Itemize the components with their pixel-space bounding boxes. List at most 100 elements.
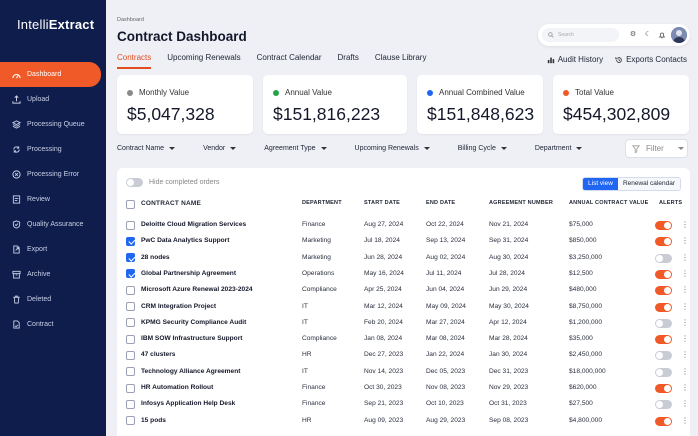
table-row[interactable]: CRM Integration Project IT Mar 12, 2024 May…: [117, 299, 690, 315]
bell-icon[interactable]: [658, 31, 666, 39]
sidebar-item-contract[interactable]: Contract: [0, 312, 106, 337]
table-row[interactable]: Technology Alliance Agreement IT Nov 14, 2…: [117, 364, 690, 380]
row-checkbox[interactable]: [126, 350, 135, 360]
avatar[interactable]: [671, 27, 687, 43]
sidebar-item-export[interactable]: Export: [0, 237, 106, 262]
row-checkbox[interactable]: [126, 383, 135, 393]
alert-toggle[interactable]: [655, 269, 672, 279]
table-row[interactable]: 28 nodes Marketing Jun 28, 2024 Aug 02, 202…: [117, 250, 690, 266]
alert-toggle[interactable]: [655, 237, 672, 247]
row-checkbox[interactable]: [126, 367, 135, 377]
alert-toggle[interactable]: [655, 384, 672, 393]
row-checkbox[interactable]: [126, 253, 135, 263]
filter-department[interactable]: Department: [535, 145, 597, 152]
filter-vendor[interactable]: Vendor: [203, 145, 250, 152]
filter-agreement-type[interactable]: Agreement Type: [264, 145, 340, 152]
more-options-icon[interactable]: ⋮: [681, 331, 689, 347]
alert-toggle[interactable]: [655, 302, 672, 312]
cell-name[interactable]: Infosys Application Help Desk: [141, 396, 235, 412]
search-input[interactable]: Search: [542, 28, 619, 42]
more-options-icon[interactable]: ⋮: [681, 364, 689, 380]
export-contacts-link[interactable]: Exports Contacts: [615, 55, 687, 64]
cell-name[interactable]: 47 clusters: [141, 347, 175, 363]
hide-completed-toggle[interactable]: Hide completed orders: [126, 178, 219, 187]
row-checkbox[interactable]: [126, 318, 135, 328]
select-all-checkbox[interactable]: [126, 200, 135, 209]
settings-icon[interactable]: ⚙: [629, 31, 637, 39]
tab-drafts[interactable]: Drafts: [338, 53, 359, 69]
cell-name[interactable]: Technology Alliance Agreement: [141, 364, 240, 380]
sidebar-item-processing-error[interactable]: Processing Error: [0, 162, 106, 187]
more-options-icon[interactable]: ⋮: [681, 217, 689, 233]
alert-toggle[interactable]: [655, 400, 672, 410]
hide-completed-switch[interactable]: [126, 178, 143, 187]
filter-button[interactable]: Filter: [625, 139, 688, 158]
more-options-icon[interactable]: ⋮: [681, 299, 689, 315]
table-row[interactable]: HR Automation Rollout Finance Oct 30, 2023…: [117, 380, 690, 396]
breadcrumb[interactable]: Dashboard: [117, 17, 144, 23]
row-checkbox[interactable]: [126, 302, 135, 311]
alert-toggle[interactable]: [655, 286, 672, 296]
table-row[interactable]: Global Partnership Agreement Operations Ma…: [117, 266, 690, 282]
cell-name[interactable]: KPMG Security Compliance Audit: [141, 315, 246, 331]
moon-icon[interactable]: ☾: [644, 31, 652, 39]
sidebar-item-review[interactable]: Review: [0, 187, 106, 212]
alert-toggle[interactable]: [655, 318, 672, 328]
row-checkbox[interactable]: [126, 236, 135, 246]
row-checkbox[interactable]: [126, 334, 135, 344]
sidebar-item-quality-assurance[interactable]: Quality Assurance: [0, 212, 106, 237]
table-row[interactable]: 15 pods HR Aug 09, 2023 Aug 29, 2023 Sep 08,…: [117, 413, 690, 429]
cell-name[interactable]: PwC Data Analytics Support: [141, 233, 229, 249]
sidebar-item-processing[interactable]: Processing: [0, 137, 106, 162]
row-checkbox[interactable]: [126, 416, 135, 426]
sidebar-item-upload[interactable]: Upload: [0, 87, 106, 112]
cell-name[interactable]: Deloitte Cloud Migration Services: [141, 217, 246, 233]
filter-contract-name[interactable]: Contract Name: [117, 145, 189, 152]
cell-name[interactable]: CRM Integration Project: [141, 299, 216, 315]
table-row[interactable]: PwC Data Analytics Support Marketing Jul 1…: [117, 233, 690, 249]
more-options-icon[interactable]: ⋮: [681, 380, 689, 396]
alert-toggle[interactable]: [655, 351, 672, 361]
tab-upcoming-renewals[interactable]: Upcoming Renewals: [167, 53, 240, 69]
cell-name[interactable]: 15 pods: [141, 413, 166, 429]
row-checkbox[interactable]: [126, 285, 135, 295]
table-row[interactable]: KPMG Security Compliance Audit IT Feb 20, …: [117, 315, 690, 331]
row-checkbox[interactable]: [126, 399, 135, 409]
sidebar-item-dashboard[interactable]: Dashboard: [0, 62, 101, 87]
table-row[interactable]: 47 clusters HR Dec 27, 2023 Jan 22, 2024 Jan…: [117, 347, 690, 363]
filter-upcoming-renewals[interactable]: Upcoming Renewals: [355, 145, 444, 152]
more-options-icon[interactable]: ⋮: [681, 396, 689, 412]
row-checkbox[interactable]: [126, 269, 135, 279]
app-logo[interactable]: IntelliExtract: [17, 17, 94, 32]
tab-clause-library[interactable]: Clause Library: [375, 53, 427, 69]
alert-toggle[interactable]: [655, 253, 672, 263]
tab-contract-calendar[interactable]: Contract Calendar: [257, 53, 322, 69]
sidebar-item-deleted[interactable]: Deleted: [0, 287, 106, 312]
table-row[interactable]: IBM SOW Infrastructure Support Compliance…: [117, 331, 690, 347]
more-options-icon[interactable]: ⋮: [681, 266, 689, 282]
more-options-icon[interactable]: ⋮: [681, 347, 689, 363]
cell-name[interactable]: HR Automation Rollout: [141, 380, 213, 396]
alert-toggle[interactable]: [655, 416, 672, 426]
more-options-icon[interactable]: ⋮: [681, 315, 689, 331]
cell-name[interactable]: Microsoft Azure Renewal 2023-2024: [141, 282, 253, 298]
more-options-icon[interactable]: ⋮: [681, 250, 689, 266]
row-checkbox[interactable]: [126, 220, 135, 230]
alert-toggle[interactable]: [655, 335, 672, 345]
list-view-button[interactable]: List view: [583, 178, 618, 190]
cell-name[interactable]: IBM SOW Infrastructure Support: [141, 331, 242, 347]
table-row[interactable]: Infosys Application Help Desk Finance Sep …: [117, 396, 690, 412]
filter-billing-cycle[interactable]: Billing Cycle: [458, 145, 521, 152]
cell-name[interactable]: 28 nodes: [141, 250, 170, 266]
alert-toggle[interactable]: [655, 367, 672, 377]
audit-history-link[interactable]: Audit History: [547, 55, 603, 64]
alert-toggle[interactable]: [655, 221, 672, 230]
cell-name[interactable]: Global Partnership Agreement: [141, 266, 236, 282]
table-row[interactable]: Microsoft Azure Renewal 2023-2024 Complia…: [117, 282, 690, 298]
more-options-icon[interactable]: ⋮: [681, 233, 689, 249]
renewal-calendar-button[interactable]: Renewal calendar: [617, 178, 680, 190]
more-options-icon[interactable]: ⋮: [681, 413, 689, 429]
table-row[interactable]: Deloitte Cloud Migration Services Finance…: [117, 217, 690, 233]
more-options-icon[interactable]: ⋮: [681, 282, 689, 298]
sidebar-item-archive[interactable]: Archive: [0, 262, 106, 287]
